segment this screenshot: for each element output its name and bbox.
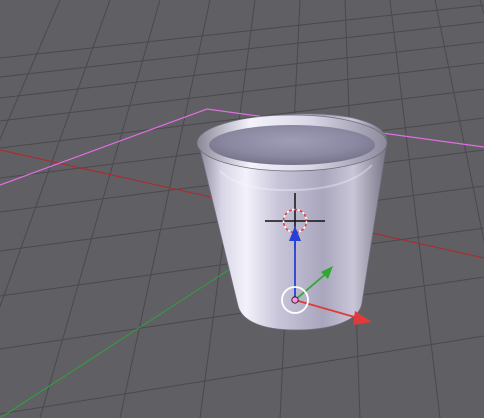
viewport-canvas[interactable]: [0, 0, 484, 418]
object-origin-icon[interactable]: [291, 296, 299, 304]
cup-inner[interactable]: [209, 125, 375, 165]
3d-viewport[interactable]: [0, 0, 484, 418]
